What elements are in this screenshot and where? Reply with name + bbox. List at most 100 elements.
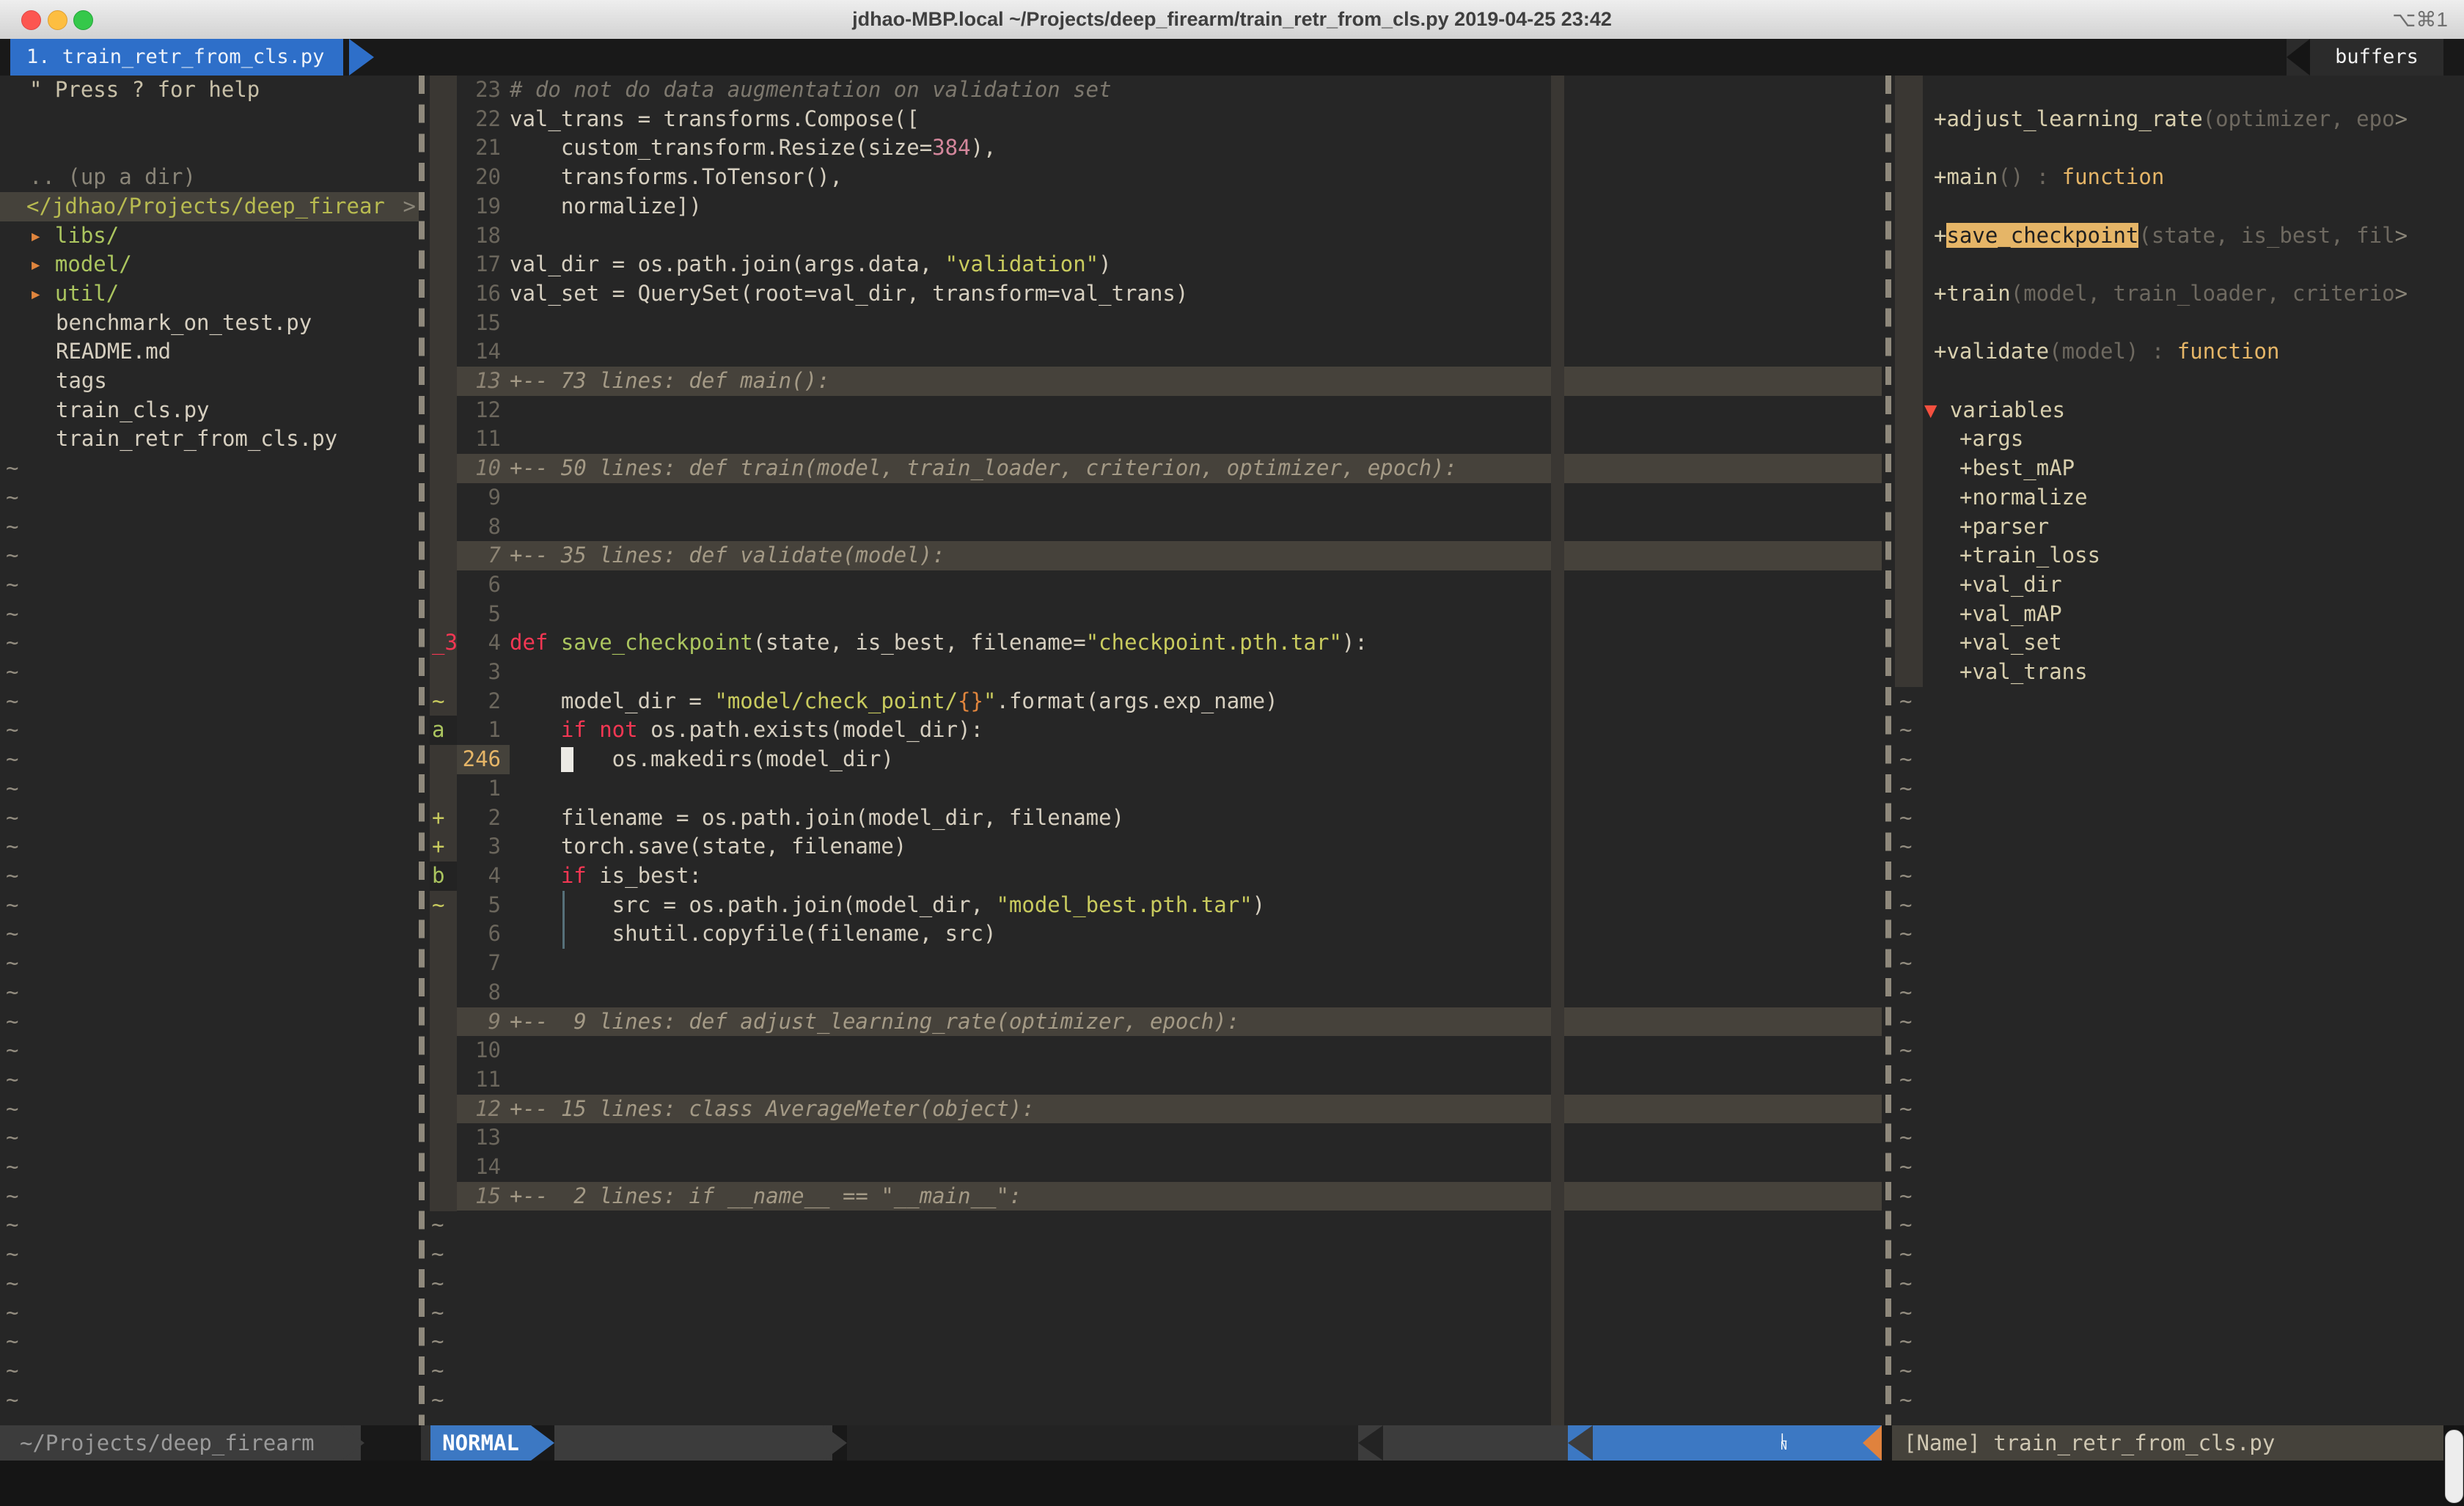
line-number: 19 bbox=[457, 192, 501, 221]
tag-item-val_trans[interactable]: +val_trans bbox=[1895, 658, 2464, 687]
fold-line[interactable]: 13+-- 73 lines: def main(): bbox=[430, 367, 1882, 396]
fold-line[interactable]: 15+-- 2 lines: if __name__ == "__main__"… bbox=[430, 1182, 1882, 1211]
fold-line[interactable]: 10+-- 50 lines: def train(model, train_l… bbox=[430, 454, 1882, 483]
code-line[interactable]: ~2 model_dir = "model/check_point/{}".fo… bbox=[430, 687, 1882, 716]
code-line[interactable]: 11 bbox=[430, 425, 1882, 454]
tree-help-row[interactable]: " Press ? for help bbox=[0, 76, 419, 105]
code-line[interactable]: 10 bbox=[430, 1036, 1882, 1065]
window-separator[interactable] bbox=[419, 76, 425, 1425]
tag-item-train[interactable]: +train(model, train_loader, criterio> bbox=[1895, 279, 2464, 309]
code-line[interactable]: 15 bbox=[430, 309, 1882, 338]
code-line[interactable]: 6 bbox=[430, 570, 1882, 600]
gutter-sign: + bbox=[430, 832, 457, 862]
code-line[interactable]: 23# do not do data augmentation on valid… bbox=[430, 76, 1882, 105]
window-shortcut-badge: ⌥⌘1 bbox=[2392, 0, 2448, 39]
tree-item-updir[interactable]: .. (up a dir) bbox=[0, 163, 419, 192]
code-line[interactable]: 6 shutil.copyfile(filename, src) bbox=[430, 919, 1882, 949]
code-line[interactable]: b4 if is_best: bbox=[430, 862, 1882, 891]
tilde-marker: ~ bbox=[0, 1271, 18, 1296]
code-line[interactable]: +2 filename = os.path.join(model_dir, fi… bbox=[430, 804, 1882, 833]
tagbar-blank-row bbox=[1895, 192, 2464, 221]
code-line[interactable]: ~5 src = os.path.join(model_dir, "model_… bbox=[430, 891, 1882, 920]
tag-label: +parser bbox=[1959, 514, 2049, 539]
tagbar-panel[interactable]: +adjust_learning_rate(optimizer, epo> +ma… bbox=[1895, 76, 2464, 1425]
tag-item-validate[interactable]: +validate(model) : function bbox=[1895, 337, 2464, 367]
tag-label-highlighted: save_checkpoint bbox=[1946, 223, 2138, 248]
code-line[interactable]: 8 bbox=[430, 513, 1882, 542]
tag-item-val_mAP[interactable]: +val_mAP bbox=[1895, 600, 2464, 629]
line-number: 9 bbox=[457, 483, 501, 513]
fold-line[interactable]: 9+-- 9 lines: def adjust_learning_rate(o… bbox=[430, 1007, 1882, 1037]
code-line[interactable]: 18 bbox=[430, 221, 1882, 251]
cursor-line[interactable]: 246 os.makedirs(model_dir) bbox=[430, 745, 1882, 774]
line-number: 13 bbox=[457, 367, 501, 396]
tilde-row: ~ bbox=[430, 1356, 1882, 1386]
tree-root-path[interactable]: </jdhao/Projects/deep_firear> bbox=[0, 192, 419, 221]
scrollbar-thumb[interactable] bbox=[2445, 1430, 2463, 1503]
tree-item-libs[interactable]: ▸ libs/ bbox=[0, 221, 419, 251]
code-line[interactable]: 1 bbox=[430, 774, 1882, 804]
code-text: src = os.path.join(model_dir, "model_bes… bbox=[510, 891, 1265, 920]
tag-item-normalize[interactable]: +normalize bbox=[1895, 483, 2464, 513]
tag-item-args[interactable]: +args bbox=[1895, 425, 2464, 454]
code-line[interactable]: 14 bbox=[430, 337, 1882, 367]
tag-item-train_loss[interactable]: +train_loss bbox=[1895, 541, 2464, 570]
tag-section-variables[interactable]: ▼ variables bbox=[1895, 396, 2464, 425]
tree-item-model[interactable]: ▸ model/ bbox=[0, 250, 419, 279]
tree-item-README-md[interactable]: README.md bbox=[0, 337, 419, 367]
tag-item-adjust_learning_rate[interactable]: +adjust_learning_rate(optimizer, epo> bbox=[1895, 105, 2464, 134]
code-line[interactable]: a1 if not os.path.exists(model_dir): bbox=[430, 716, 1882, 745]
tree-item-train_retr_from_cls-py[interactable]: train_retr_from_cls.py bbox=[0, 425, 419, 454]
tilde-marker: ~ bbox=[0, 455, 18, 480]
window-separator[interactable] bbox=[1885, 76, 1891, 1425]
tree-item-benchmark_on_test-py[interactable]: benchmark_on_test.py bbox=[0, 309, 419, 338]
tag-item-parser[interactable]: +parser bbox=[1895, 513, 2464, 542]
code-token: save_checkpoint bbox=[561, 630, 753, 655]
tag-item-best_mAP[interactable]: +best_mAP bbox=[1895, 454, 2464, 483]
code-token: is_best: bbox=[587, 863, 702, 888]
code-line[interactable]: 12 bbox=[430, 396, 1882, 425]
code-token: transforms.ToTensor(), bbox=[510, 164, 843, 189]
code-line[interactable]: 8 bbox=[430, 978, 1882, 1007]
code-line[interactable]: 17val_dir = os.path.join(args.data, "val… bbox=[430, 250, 1882, 279]
fold-line[interactable]: 12+-- 15 lines: class AverageMeter(objec… bbox=[430, 1095, 1882, 1124]
code-line[interactable]: 16val_set = QuerySet(root=val_dir, trans… bbox=[430, 279, 1882, 309]
tree-item-util[interactable]: ▸ util/ bbox=[0, 279, 419, 309]
tilde-marker: ~ bbox=[1895, 1183, 1912, 1208]
code-token bbox=[510, 863, 561, 888]
tag-item-save_checkpoint[interactable]: +save_checkpoint(state, is_best, fil> bbox=[1895, 221, 2464, 251]
tab-train-retr-from-cls[interactable]: 1. train_retr_from_cls.py bbox=[10, 39, 343, 76]
tilde-marker: ~ bbox=[0, 1154, 18, 1179]
code-line[interactable]: _34def save_checkpoint(state, is_best, f… bbox=[430, 628, 1882, 658]
code-line[interactable]: +3 torch.save(state, filename) bbox=[430, 832, 1882, 862]
tilde-row: ~ bbox=[430, 1240, 1882, 1269]
tilde-row: ~ bbox=[1895, 1123, 2464, 1153]
code-line[interactable]: 5 bbox=[430, 600, 1882, 629]
tag-item-val_dir[interactable]: +val_dir bbox=[1895, 570, 2464, 600]
line-number: 10 bbox=[457, 1036, 501, 1065]
tree-item-tags[interactable]: tags bbox=[0, 367, 419, 396]
fold-line[interactable]: 7+-- 35 lines: def validate(model): bbox=[430, 541, 1882, 570]
code-line[interactable]: 13 bbox=[430, 1123, 1882, 1153]
tilde-marker: ~ bbox=[0, 601, 18, 626]
tree-blank-row bbox=[0, 105, 419, 134]
code-line[interactable]: 3 bbox=[430, 658, 1882, 687]
code-line[interactable]: 11 bbox=[430, 1065, 1882, 1095]
code-line[interactable]: 19 normalize]) bbox=[430, 192, 1882, 221]
tagbar-blank-row bbox=[1895, 133, 2464, 163]
code-line[interactable]: 21 custom_transform.Resize(size=384), bbox=[430, 133, 1882, 163]
tree-item-train_cls-py[interactable]: train_cls.py bbox=[0, 396, 419, 425]
tag-item-val_set[interactable]: +val_set bbox=[1895, 628, 2464, 658]
code-line[interactable]: 7 bbox=[430, 949, 1882, 978]
nerdtree-panel[interactable]: " Press ? for help .. (up a dir)</jdhao/P… bbox=[0, 76, 419, 1425]
code-line[interactable]: 14 bbox=[430, 1153, 1882, 1182]
command-line[interactable] bbox=[0, 1461, 2464, 1506]
code-line[interactable]: 22val_trans = transforms.Compose([ bbox=[430, 105, 1882, 134]
line-number: 9 bbox=[457, 1007, 501, 1037]
tilde-row: ~ bbox=[0, 1153, 419, 1182]
editor-panel[interactable]: 23# do not do data augmentation on valid… bbox=[430, 76, 1882, 1425]
tag-item-main[interactable]: +main() : function bbox=[1895, 163, 2464, 192]
line-number: 1 bbox=[457, 716, 501, 745]
code-line[interactable]: 20 transforms.ToTensor(), bbox=[430, 163, 1882, 192]
code-line[interactable]: 9 bbox=[430, 483, 1882, 513]
